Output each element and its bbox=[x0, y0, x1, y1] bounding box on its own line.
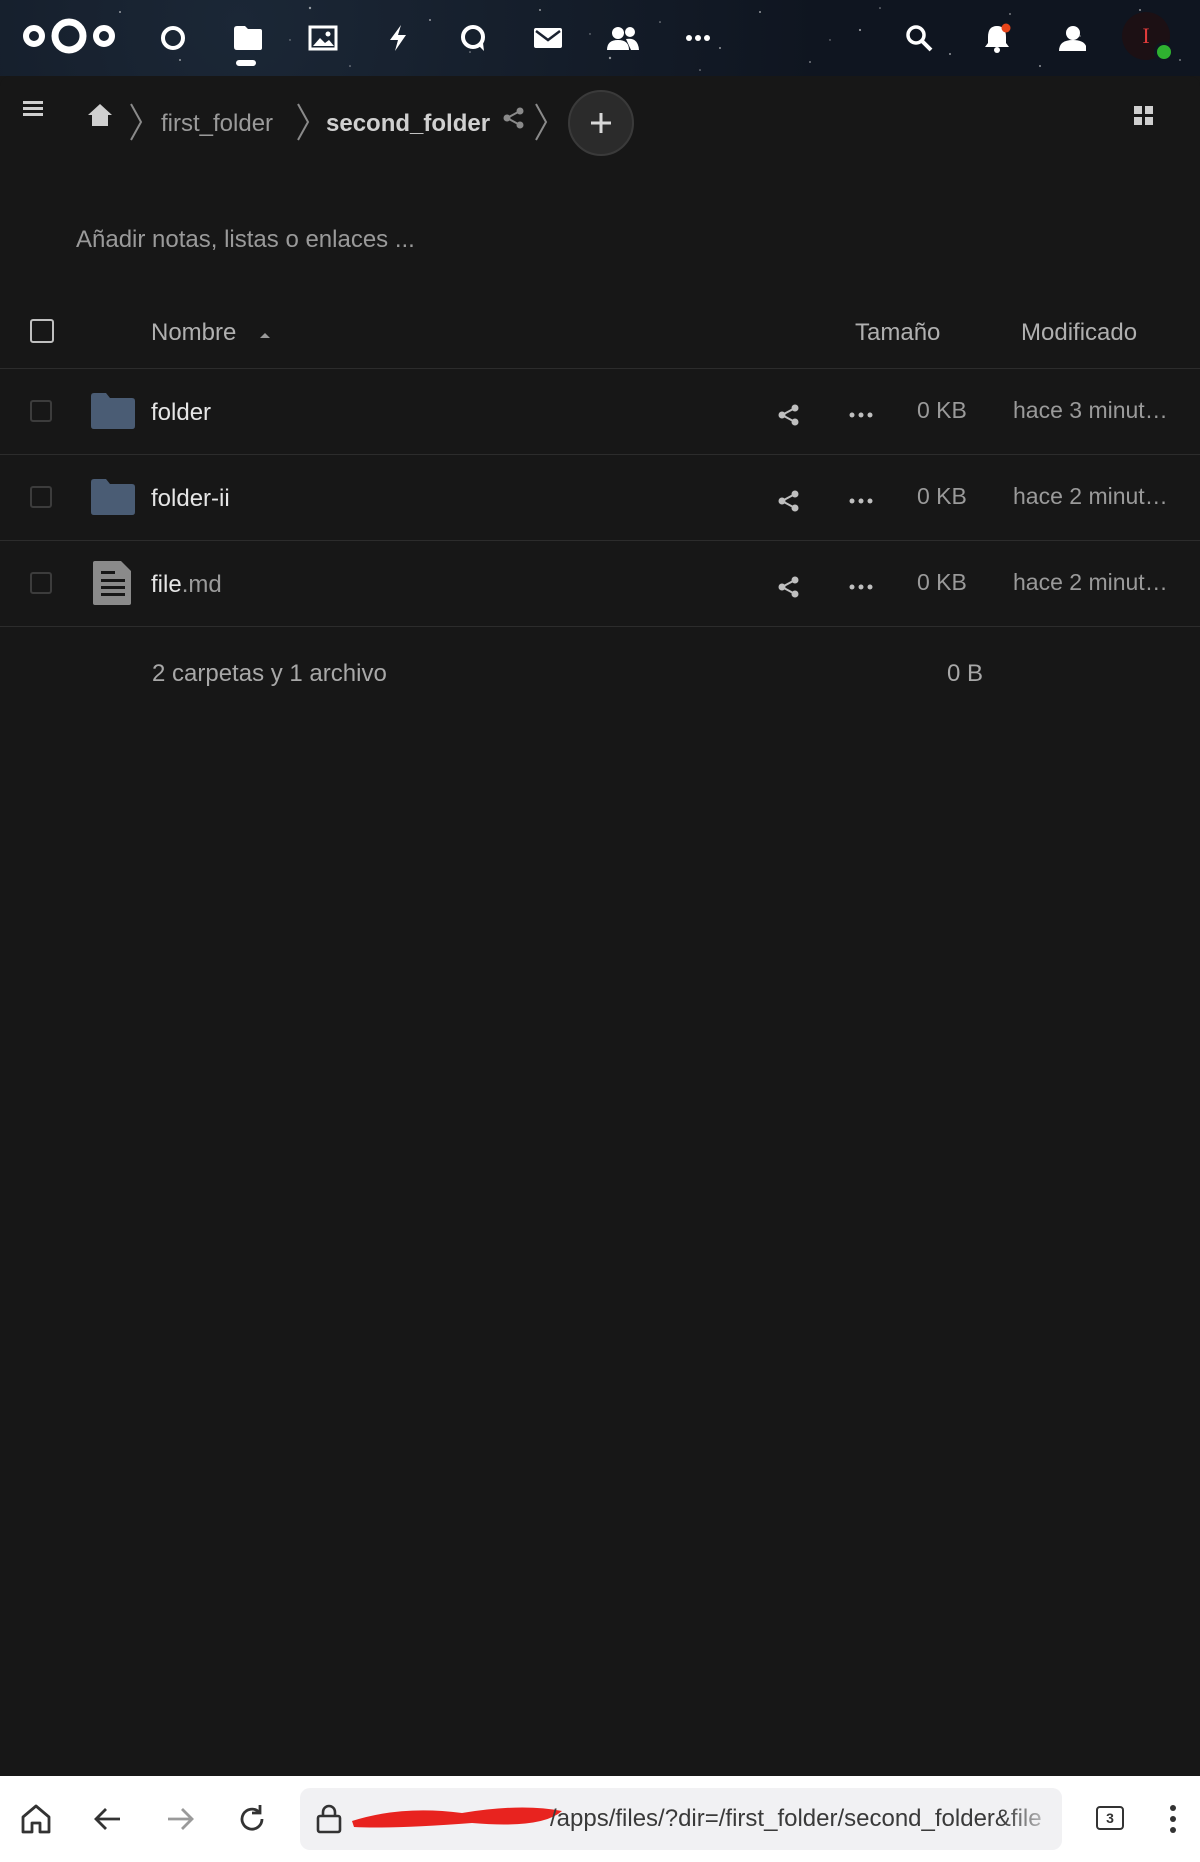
chevron-right-icon bbox=[130, 103, 143, 141]
contacts-menu-icon[interactable] bbox=[1051, 18, 1091, 58]
back-icon[interactable] bbox=[92, 1803, 124, 1835]
url-text: /apps/files/?dir=/first_folder/second_fo… bbox=[550, 1805, 1042, 1832]
grid-view-icon bbox=[1134, 106, 1153, 125]
address-bar[interactable]: /apps/files/?dir=/first_folder/second_fo… bbox=[300, 1788, 1062, 1850]
app-header: I bbox=[0, 0, 1200, 76]
select-all-checkbox[interactable] bbox=[30, 319, 54, 343]
file-modified: hace 3 minut… bbox=[1013, 397, 1168, 423]
photos-icon[interactable] bbox=[303, 18, 343, 58]
file-name[interactable]: folder bbox=[151, 399, 211, 427]
share-icon[interactable] bbox=[777, 403, 801, 427]
lock-icon bbox=[316, 1804, 342, 1834]
tab-switcher-button[interactable]: 3 bbox=[1096, 1806, 1124, 1830]
user-status-indicator bbox=[1154, 42, 1174, 62]
share-icon[interactable] bbox=[502, 106, 526, 130]
grid-view-toggle[interactable] bbox=[1132, 104, 1156, 128]
folder-icon bbox=[91, 479, 135, 515]
folder-icon bbox=[91, 393, 135, 429]
kebab-menu-icon[interactable] bbox=[1168, 1803, 1178, 1835]
row-checkbox[interactable] bbox=[30, 572, 52, 594]
share-icon[interactable] bbox=[777, 575, 801, 599]
more-actions-icon[interactable] bbox=[848, 411, 874, 419]
rich-workspace-notes[interactable]: Añadir notas, listas o enlaces ... bbox=[76, 226, 415, 254]
file-size: 0 KB bbox=[917, 569, 967, 595]
forward-icon[interactable] bbox=[164, 1803, 196, 1835]
table-row[interactable]: folder-ii 0 KB hace 2 minut… bbox=[0, 455, 1200, 540]
sort-ascending-icon bbox=[260, 333, 270, 338]
breadcrumb-item-first-folder[interactable]: first_folder bbox=[161, 110, 273, 138]
active-app-indicator bbox=[236, 60, 256, 66]
mail-icon[interactable] bbox=[528, 18, 568, 58]
column-header-name[interactable]: Nombre bbox=[151, 319, 236, 347]
file-name[interactable]: folder-ii bbox=[151, 485, 230, 513]
avatar-initial: I bbox=[1142, 23, 1150, 48]
table-row[interactable]: file.md 0 KB hace 2 minut… bbox=[0, 541, 1200, 626]
home-icon bbox=[88, 104, 112, 126]
file-size: 0 KB bbox=[917, 397, 967, 423]
url-fade bbox=[1002, 1788, 1062, 1850]
more-apps-icon[interactable] bbox=[678, 18, 718, 58]
more-actions-icon[interactable] bbox=[848, 583, 874, 591]
file-modified: hace 2 minut… bbox=[1013, 483, 1168, 509]
row-checkbox[interactable] bbox=[30, 486, 52, 508]
notifications-icon[interactable] bbox=[977, 18, 1017, 58]
share-icon[interactable] bbox=[777, 489, 801, 513]
file-summary-size: 0 B bbox=[947, 660, 984, 687]
file-modified: hace 2 minut… bbox=[1013, 569, 1168, 595]
column-header-size[interactable]: Tamaño bbox=[855, 319, 940, 347]
search-icon[interactable] bbox=[899, 18, 939, 58]
file-summary-text: 2 carpetas y 1 archivo bbox=[152, 660, 387, 687]
more-actions-icon[interactable] bbox=[848, 497, 874, 505]
hamburger-menu-icon bbox=[23, 101, 43, 116]
browser-toolbar: /apps/files/?dir=/first_folder/second_fo… bbox=[0, 1776, 1200, 1862]
files-icon[interactable] bbox=[228, 18, 268, 58]
nextcloud-logo-icon[interactable] bbox=[22, 16, 116, 56]
text-file-icon bbox=[93, 561, 131, 605]
column-header-modified[interactable]: Modificado bbox=[1021, 319, 1137, 347]
reload-icon[interactable] bbox=[236, 1803, 268, 1835]
home-icon[interactable] bbox=[20, 1803, 52, 1835]
activity-icon[interactable] bbox=[378, 18, 418, 58]
dashboard-icon[interactable] bbox=[153, 18, 193, 58]
chevron-right-icon bbox=[297, 103, 310, 141]
contacts-icon[interactable] bbox=[603, 18, 643, 58]
divider bbox=[0, 626, 1200, 627]
table-row[interactable]: folder 0 KB hace 3 minut… bbox=[0, 369, 1200, 454]
files-main-area: first_folder second_folder Añadir notas,… bbox=[0, 76, 1200, 1776]
file-name[interactable]: file.md bbox=[151, 571, 222, 599]
avatar[interactable]: I bbox=[1122, 12, 1174, 62]
redaction-mark bbox=[352, 1807, 562, 1828]
breadcrumb-item-second-folder[interactable]: second_folder bbox=[326, 110, 490, 138]
chevron-right-icon bbox=[535, 103, 548, 141]
row-checkbox[interactable] bbox=[30, 400, 52, 422]
talk-icon[interactable] bbox=[453, 18, 493, 58]
plus-icon bbox=[591, 113, 611, 133]
breadcrumb-home[interactable] bbox=[86, 102, 114, 128]
tab-count: 3 bbox=[1106, 1810, 1114, 1826]
app-navigation-toggle[interactable] bbox=[20, 96, 48, 124]
new-button[interactable] bbox=[568, 90, 634, 156]
file-size: 0 KB bbox=[917, 483, 967, 509]
